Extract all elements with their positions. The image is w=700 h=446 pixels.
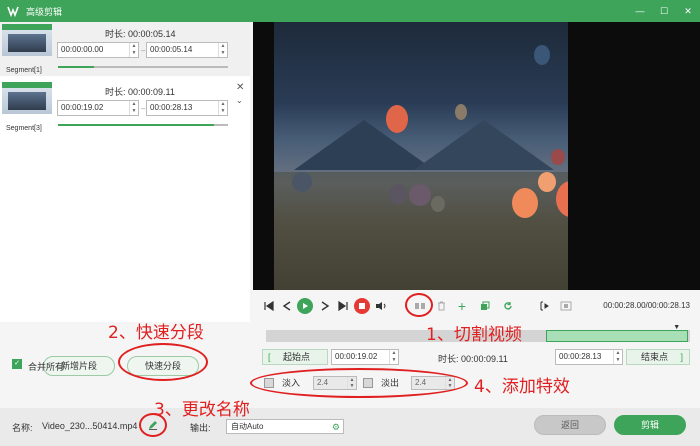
delete-icon[interactable]	[433, 298, 449, 314]
set-start-button[interactable]: [ 起始点	[262, 349, 328, 365]
merge-all-label: 合并所有	[28, 362, 65, 372]
set-end-icon[interactable]	[558, 298, 574, 314]
annotation-circle-effects	[250, 368, 468, 398]
video-frame	[274, 22, 568, 290]
file-name: Video_230...50414.mp4	[42, 421, 138, 431]
delete-segment-icon[interactable]: ✕	[236, 82, 244, 93]
segment-start-input[interactable]: 00:00:19.02 ▲ ▼	[57, 100, 139, 116]
trim-controls: [ 起始点 00:00:19.02 ▲ ▼ 时长: 00:00:09.11 00:0…	[262, 349, 692, 365]
previous-frame-icon[interactable]	[279, 298, 295, 314]
gear-icon[interactable]: ⚙	[332, 421, 340, 434]
trim-end-input[interactable]: 00:00:28.13 ▲ ▼	[555, 349, 623, 365]
set-start-icon[interactable]	[537, 298, 553, 314]
add-icon[interactable]: +	[454, 298, 470, 314]
segment-list: Segment[1] 时长: 00:00:05.14 00:00:00.00 ▲ ▼…	[0, 22, 250, 322]
timeline-selection[interactable]	[545, 330, 688, 342]
segment-name: Segment[1]	[6, 67, 42, 74]
play-button[interactable]	[297, 298, 313, 314]
stop-button[interactable]	[354, 298, 370, 314]
skip-end-icon[interactable]	[335, 298, 351, 314]
window-title: 高级剪辑	[26, 6, 63, 17]
app-logo-icon	[6, 4, 20, 18]
trim-start-input[interactable]: 00:00:19.02 ▲ ▼	[331, 349, 399, 365]
minimize-button[interactable]: —	[628, 0, 652, 22]
segment-thumbnail	[2, 24, 52, 56]
volume-icon[interactable]	[373, 298, 389, 314]
segment-item[interactable]: Segment[3] 时长: 00:00:09.11 00:00:19.02 ▲ ▼…	[0, 80, 250, 134]
annotation-add-effects: 4、添加特效	[474, 377, 570, 397]
annotation-circle-quick-split	[118, 343, 208, 381]
chevron-down-icon[interactable]: ⌄	[236, 96, 243, 105]
maximize-button[interactable]: ☐	[652, 0, 676, 22]
annotation-cut-video: 1、切割视频	[426, 325, 522, 345]
annotation-rename: 3、更改名称	[154, 400, 250, 420]
segment-end-input[interactable]: 00:00:28.13 ▲ ▼	[146, 100, 228, 116]
next-frame-icon[interactable]	[317, 298, 333, 314]
segment-start-input[interactable]: 00:00:00.00 ▲ ▼	[57, 42, 139, 58]
edit-button[interactable]: 剪辑	[614, 415, 686, 435]
range-dash: –	[141, 46, 146, 55]
segment-end-input[interactable]: 00:00:05.14 ▲ ▼	[146, 42, 228, 58]
segment-item[interactable]: Segment[1] 时长: 00:00:05.14 00:00:00.00 ▲ ▼…	[0, 22, 250, 76]
playback-time: 00:00:28.00/00:00:28.13	[603, 301, 690, 310]
bottom-bar: 名称: Video_230...50414.mp4 输出: 自动Auto ⚙ 返…	[0, 408, 700, 446]
range-dash: –	[141, 104, 146, 113]
annotation-quick-split: 2、快速分段	[108, 323, 204, 343]
close-button[interactable]: ✕	[676, 0, 700, 22]
segment-thumbnail	[2, 82, 52, 114]
trim-duration: 时长: 00:00:09.11	[438, 354, 508, 364]
segment-duration: 时长: 00:00:05.14	[105, 29, 176, 39]
title-bar: 高级剪辑 — ☐ ✕	[0, 0, 700, 22]
set-end-button[interactable]: 结束点 ]	[626, 349, 690, 365]
reset-icon[interactable]	[500, 298, 516, 314]
segment-name: Segment[3]	[6, 125, 42, 132]
merge-all-checkbox[interactable]: ✓	[12, 359, 22, 369]
skip-start-icon[interactable]	[261, 298, 277, 314]
back-button[interactable]: 返回	[534, 415, 606, 435]
video-preview	[253, 22, 700, 290]
segment-progress	[58, 66, 228, 68]
player-controls: + 00:00:28.00/00:00:28.13	[253, 290, 700, 322]
copy-icon[interactable]	[477, 298, 493, 314]
name-label: 名称:	[12, 423, 33, 433]
segment-duration: 时长: 00:00:09.11	[105, 87, 175, 97]
playhead-icon[interactable]: ▼	[673, 324, 680, 331]
annotation-circle-split	[405, 293, 433, 317]
output-select[interactable]: 自动Auto ⚙	[226, 419, 344, 434]
output-label: 输出:	[190, 423, 211, 433]
segment-progress	[58, 124, 228, 126]
